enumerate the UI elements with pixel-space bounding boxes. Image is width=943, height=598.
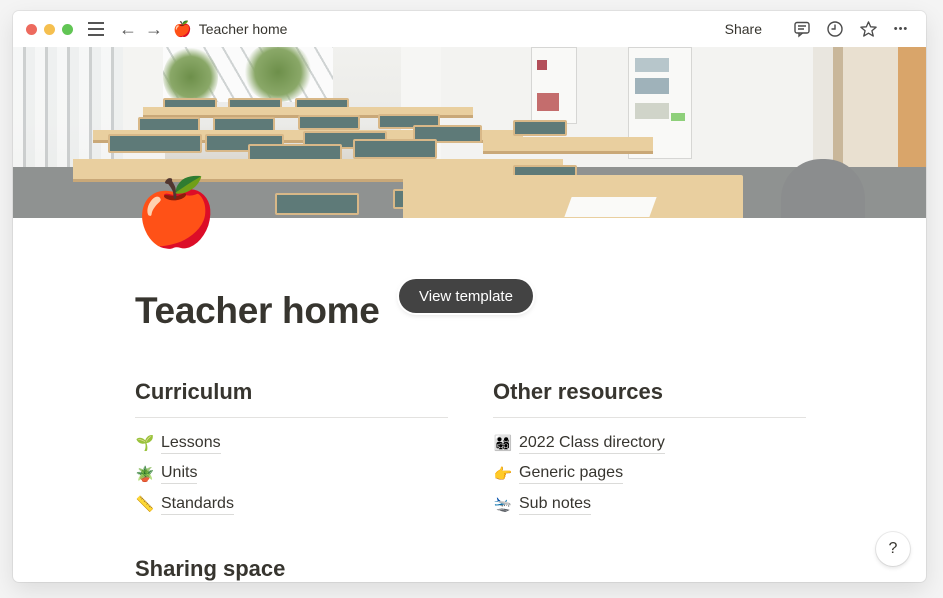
cover-chair <box>298 115 360 130</box>
clock-icon[interactable] <box>824 18 846 40</box>
list-item: 👉 Generic pages <box>493 459 806 490</box>
page-title[interactable]: Teacher home <box>135 290 380 332</box>
cover-notepad <box>564 197 657 217</box>
topbar-actions: Share ••• <box>725 18 912 40</box>
forward-arrow-icon[interactable]: → <box>145 20 163 38</box>
app-window: ← → 🍎 Teacher home Share ••• 🍎 Teacher h… <box>13 11 926 582</box>
potted-plant-icon: 🪴 <box>135 465 155 483</box>
units-link[interactable]: Units <box>161 463 198 485</box>
breadcrumb[interactable]: Teacher home <box>199 21 288 37</box>
list-item: 🌱 Lessons <box>135 428 448 459</box>
maximize-window-button[interactable] <box>62 23 73 35</box>
page-emoji-icon: 🍎 <box>173 21 192 38</box>
seedling-icon: 🌱 <box>135 435 155 453</box>
title-bar: ← → 🍎 Teacher home Share ••• <box>13 11 926 47</box>
cover-chair <box>353 139 437 159</box>
cover-desk <box>483 137 653 154</box>
resource-links: 👨‍👩‍👧‍👦 2022 Class directory 👉 Generic p… <box>493 428 806 520</box>
section-heading: Curriculum <box>135 379 448 418</box>
list-item: 📏 Standards <box>135 489 448 520</box>
cover-chair <box>108 134 202 153</box>
cover-chair <box>513 120 567 136</box>
share-button[interactable]: Share <box>725 21 762 37</box>
page-icon[interactable]: 🍎 <box>135 173 217 251</box>
help-button[interactable]: ? <box>876 532 910 566</box>
ruler-icon: 📏 <box>135 496 155 514</box>
sharing-space-heading: Sharing space <box>135 556 286 581</box>
section-heading: Other resources <box>493 379 806 418</box>
traffic-lights <box>26 23 73 35</box>
back-arrow-icon[interactable]: ← <box>119 20 137 38</box>
star-icon[interactable] <box>857 18 879 40</box>
class-directory-link[interactable]: 2022 Class directory <box>519 433 665 454</box>
hamburger-icon[interactable] <box>87 22 105 36</box>
airplane-arrival-icon: 🛬 <box>493 496 513 514</box>
cover-chair <box>275 193 359 215</box>
close-window-button[interactable] <box>26 23 37 35</box>
pointing-hand-icon: 👉 <box>493 465 513 483</box>
comment-icon[interactable] <box>791 18 813 40</box>
lessons-link[interactable]: Lessons <box>161 433 221 454</box>
cover-poster <box>531 47 577 124</box>
generic-pages-link[interactable]: Generic pages <box>519 463 624 485</box>
curriculum-section: Curriculum 🌱 Lessons 🪴 Units 📏 Standards <box>135 379 448 520</box>
list-item: 🪴 Units <box>135 459 448 490</box>
curriculum-links: 🌱 Lessons 🪴 Units 📏 Standards <box>135 428 448 520</box>
other-resources-section: Other resources 👨‍👩‍👧‍👦 2022 Class direc… <box>493 379 806 520</box>
view-template-button[interactable]: View template <box>399 279 533 313</box>
more-icon[interactable]: ••• <box>890 18 912 40</box>
standards-link[interactable]: Standards <box>161 494 234 515</box>
list-item: 🛬 Sub notes <box>493 489 806 520</box>
sub-notes-link[interactable]: Sub notes <box>519 494 592 515</box>
list-item: 👨‍👩‍👧‍👦 2022 Class directory <box>493 428 806 459</box>
minimize-window-button[interactable] <box>44 23 55 35</box>
family-icon: 👨‍👩‍👧‍👦 <box>493 435 513 453</box>
